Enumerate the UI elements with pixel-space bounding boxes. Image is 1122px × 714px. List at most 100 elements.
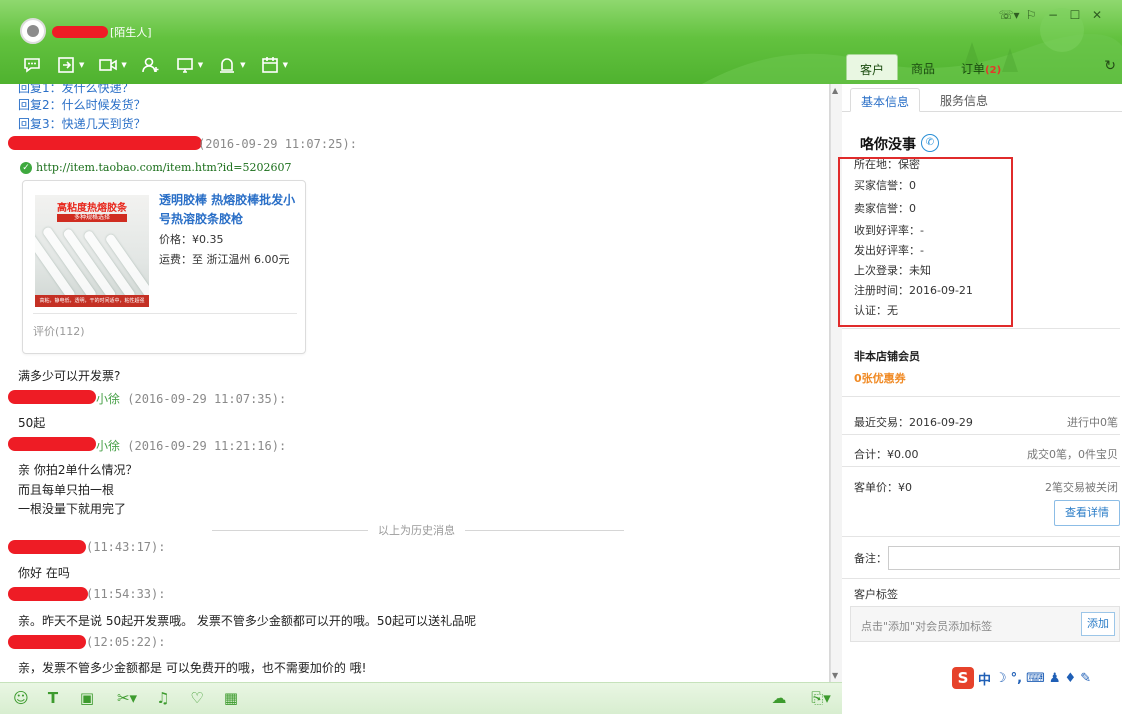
tab-orders-label: 订单	[961, 62, 986, 76]
divider	[842, 396, 1120, 397]
ime-toolbar[interactable]: S 中 ☽ °, ⌨ ♟ ♦ ✎	[948, 666, 1096, 690]
alarm-icon[interactable]: ▼	[217, 54, 246, 76]
thumb-tag: 多种规格选择	[57, 214, 127, 222]
font-icon[interactable]: T	[44, 689, 62, 707]
message-time: (11:54:33):	[86, 587, 166, 601]
message-time: (2016-09-29 11:07:35):	[127, 392, 287, 406]
redacted-sender	[8, 540, 86, 554]
skin-icon[interactable]: ♦	[1065, 671, 1077, 686]
divider	[842, 466, 1120, 467]
message-text: 亲 你拍2单什么情况？	[18, 463, 138, 477]
product-thumbnail[interactable]: 高粘度热熔胶条 多种规格选择 高粘，静电低，透明，干的时间适中，粘性超强	[35, 195, 149, 307]
tags-hint: 点击"添加"对会员添加标签	[861, 620, 993, 633]
verified-shield-icon: ✓	[20, 161, 32, 174]
message-text: 亲，发票不管多少金额都是 可以免费开的哦，也不需要加价的 哦!	[18, 661, 367, 675]
product-title[interactable]: 透明胶棒 热熔胶棒批发小号热溶胶条胶枪	[159, 191, 299, 229]
sogou-ime-icon[interactable]: S	[952, 667, 974, 689]
note-input[interactable]	[888, 546, 1120, 570]
sender-name: 小徐	[96, 439, 121, 453]
screen-share-icon[interactable]: ▼	[175, 54, 203, 76]
phone-icon[interactable]: ☏▾	[998, 8, 1020, 22]
product-reviews[interactable]: 评价(112)	[33, 323, 85, 339]
input-toolbar: ☺ T ▣ ✂▾ ♫ ♡ ▦ ☁ ⎘▾	[0, 682, 842, 714]
contact-avatar[interactable]	[20, 18, 46, 44]
redacted-sender	[8, 635, 86, 649]
quick-reply-2[interactable]: 回复2：什么时候发货？	[18, 96, 146, 113]
favorite-icon[interactable]: ♡	[188, 689, 206, 707]
message-time: (12:05:22):	[86, 635, 166, 649]
redacted-sender	[8, 587, 88, 601]
stat-value: 2016-09-29	[909, 416, 973, 429]
wrench-icon[interactable]: ✎	[1080, 671, 1091, 686]
chat-icon[interactable]	[22, 54, 42, 76]
send-options-icon[interactable]: ⎘▾	[804, 689, 838, 707]
stat-value: ¥0	[898, 481, 912, 494]
product-link[interactable]: ✓ http://item.taobao.com/item.htm?id=520…	[20, 161, 291, 174]
chat-header: [陌生人] ☏▾ ⚐ − ☐ ✕ ▼ ▼ ▼ ▼ ▼ 客户 商品 订单(2) ↻	[0, 0, 1122, 84]
redacted-sender	[8, 136, 202, 150]
message-time: (2016-09-29 11:21:16):	[127, 439, 287, 453]
view-details-button[interactable]: 查看详情	[1054, 500, 1120, 526]
pin-icon[interactable]: ⚐	[1020, 8, 1042, 22]
coupon-count[interactable]: 0张优惠券	[854, 370, 906, 386]
divider	[842, 434, 1120, 435]
message-time: (2016-09-29 11:07:25):	[198, 137, 357, 151]
message-header: 小徐 (2016-09-29 11:21:16):	[96, 437, 286, 454]
phone-call-icon[interactable]: ✆	[921, 134, 939, 152]
product-shipping: 运费：至 浙江温州 6.00元	[159, 251, 290, 267]
quick-phrase-icon[interactable]: ☁	[770, 689, 788, 707]
message-time: (11:43:17):	[86, 540, 166, 554]
message-text: 你好 在吗	[18, 566, 70, 580]
calendar-icon[interactable]: ▼	[260, 54, 288, 76]
tab-customer[interactable]: 客户	[846, 54, 899, 80]
orders-badge: (2)	[985, 65, 1002, 76]
history-divider: 以上为历史消息	[368, 522, 465, 538]
thumb-title: 高粘度热熔胶条	[57, 203, 127, 214]
divider	[842, 328, 1120, 329]
maximize-icon[interactable]: ☐	[1064, 8, 1086, 22]
close-icon[interactable]: ✕	[1086, 8, 1108, 22]
customer-name: 咯你没事	[860, 137, 916, 153]
video-icon[interactable]: ▼	[98, 54, 127, 76]
message-text: 一根没量下就用完了	[18, 502, 127, 516]
refresh-icon[interactable]: ↻	[1104, 58, 1116, 74]
nudge-icon[interactable]: ♫	[154, 689, 172, 707]
tab-orders[interactable]: 订单(2)	[948, 54, 1014, 80]
tab-products[interactable]: 商品	[898, 54, 948, 80]
scroll-up-icon[interactable]: ▲	[832, 86, 838, 95]
note-label: 备注：	[854, 552, 887, 565]
calculator-icon[interactable]: ▦	[222, 689, 240, 707]
punctuation-icon[interactable]: °,	[1011, 671, 1022, 686]
tab-customer-label: 客户	[860, 63, 885, 77]
quick-reply-3[interactable]: 回复3：快递几天到货？	[18, 115, 146, 132]
screenshot-icon[interactable]: ✂▾	[112, 689, 142, 707]
add-tag-button[interactable]: 添加	[1081, 612, 1115, 636]
keyboard-icon[interactable]: ⌨	[1026, 671, 1045, 686]
moon-icon[interactable]: ☽	[995, 671, 1007, 686]
emoji-icon[interactable]: ☺	[12, 689, 30, 707]
redacted-contact-name	[52, 26, 108, 38]
redacted-sender	[8, 437, 96, 451]
tab-service-info[interactable]: 服务信息	[930, 88, 998, 112]
tags-label: 客户标签	[854, 588, 898, 601]
ime-mode-label[interactable]: 中	[978, 669, 991, 688]
trades-in-progress: 进行中0笔	[1067, 416, 1118, 429]
quick-reply-1[interactable]: 回复1：发什么快递？	[18, 84, 134, 96]
minimize-icon[interactable]: −	[1042, 8, 1064, 22]
tags-box: 点击"添加"对会员添加标签 添加	[850, 606, 1120, 642]
scroll-down-icon[interactable]: ▼	[832, 671, 838, 680]
thumb-footer: 高粘，静电低，透明，干的时间适中，粘性超强	[35, 295, 149, 307]
tab-basic-info[interactable]: 基本信息	[850, 88, 921, 112]
product-url[interactable]: http://item.taobao.com/item.htm?id=52026…	[36, 161, 291, 174]
transfer-icon[interactable]: ▼	[56, 54, 84, 76]
contact-status-tag: [陌生人]	[110, 26, 152, 39]
message-text: 亲。昨天不是说 50起开发票哦。 发票不管多少金额都可以开的哦。50起可以送礼品…	[18, 614, 477, 628]
product-price: 价格：¥0.35	[159, 231, 224, 247]
trades-closed: 2笔交易被关闭	[1045, 481, 1118, 494]
product-card[interactable]: 高粘度热熔胶条 多种规格选择 高粘，静电低，透明，干的时间适中，粘性超强 透明胶…	[22, 180, 306, 354]
image-icon[interactable]: ▣	[78, 689, 96, 707]
user-icon[interactable]: ♟	[1049, 671, 1061, 686]
stat-value: ¥0.00	[887, 448, 919, 461]
stat-label: 合计：	[854, 448, 887, 461]
add-contact-icon[interactable]	[141, 54, 161, 76]
